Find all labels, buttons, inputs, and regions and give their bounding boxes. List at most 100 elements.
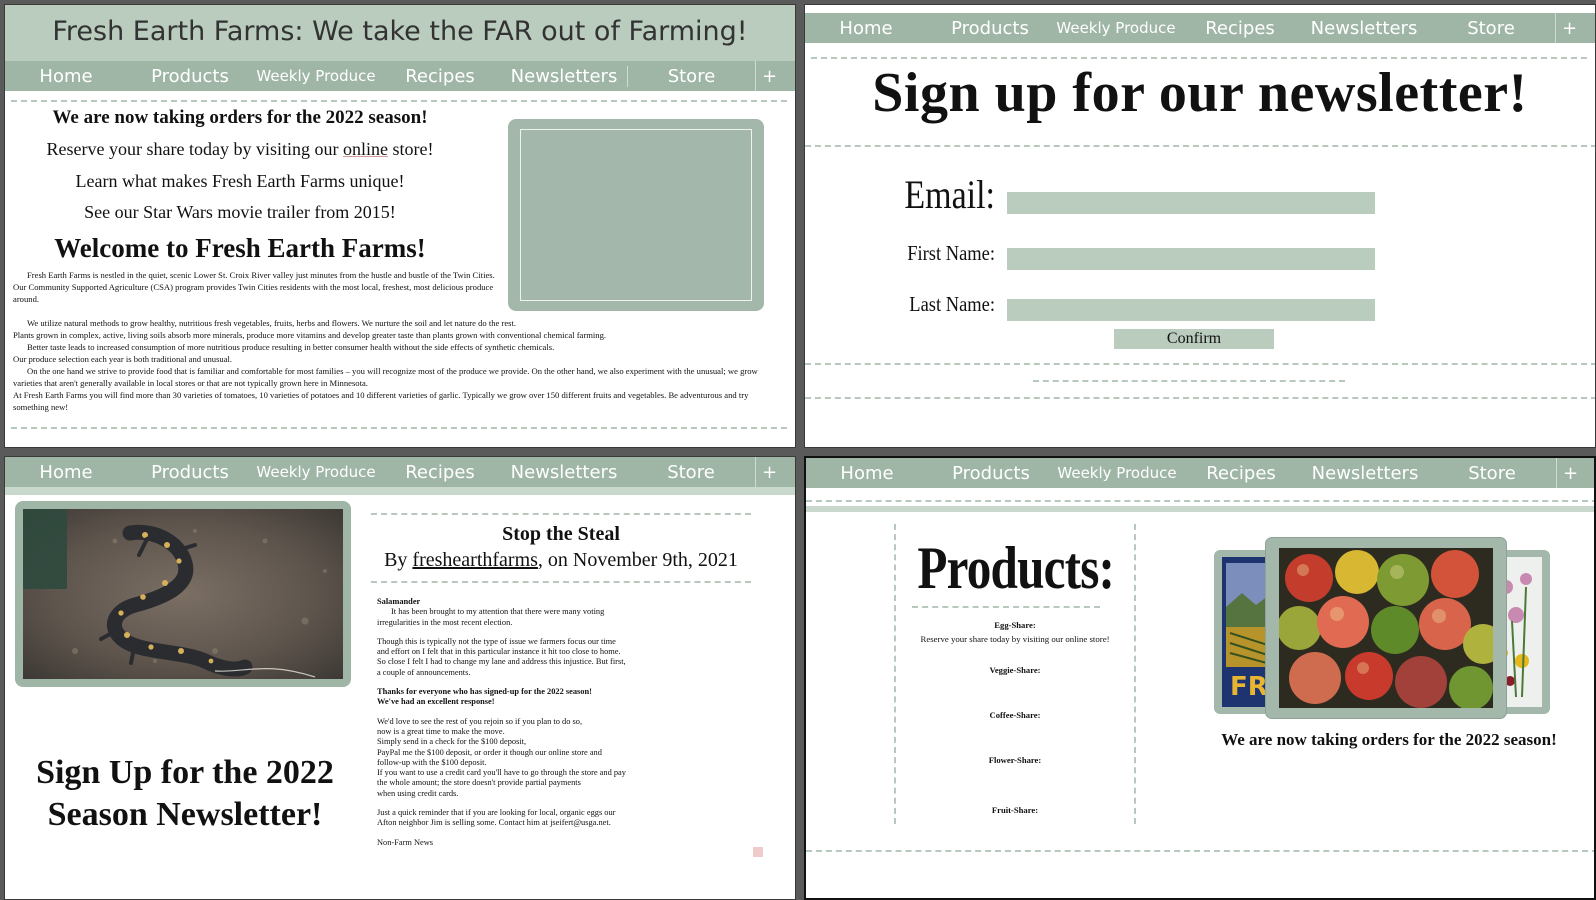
nav-recipes[interactable]: Recipes — [379, 66, 501, 87]
paragraph: Our produce selection each year is both … — [13, 354, 233, 364]
nav-newsletters[interactable]: Newsletters — [1301, 18, 1427, 39]
home-page-panel: Fresh Earth Farms: We take the FAR out o… — [4, 4, 796, 448]
first-name-field[interactable] — [1007, 248, 1375, 270]
post-line: Just a quick reminder that if you are lo… — [377, 808, 616, 818]
image-placeholder-border — [520, 129, 752, 301]
trailer-link[interactable]: See our Star Wars movie trailer from 201… — [5, 202, 475, 223]
coffee-share-label[interactable]: Coffee-Share: — [896, 710, 1134, 720]
nav-more-button[interactable]: + — [755, 61, 783, 91]
carousel-card-center[interactable] — [1266, 538, 1506, 718]
post-line: now is a great time to make the move. — [377, 726, 505, 736]
nav-more-button[interactable]: + — [1555, 13, 1583, 43]
nav-products[interactable]: Products — [127, 66, 253, 87]
post-line: Simply send in a check for the $100 depo… — [377, 737, 527, 747]
nav-weekly-produce[interactable]: Weekly Produce — [253, 463, 379, 481]
divider — [371, 581, 751, 583]
divider — [806, 850, 1594, 852]
post-title: Stop the Steal — [502, 523, 620, 545]
author-link[interactable]: freshearthfarms — [412, 549, 538, 571]
veggie-share-label[interactable]: Veggie-Share: — [896, 665, 1134, 675]
products-panel: Home Products Weekly Produce Recipes New… — [804, 456, 1596, 900]
nav-bar: Home Products Weekly Produce Recipes New… — [5, 61, 795, 91]
nav-recipes[interactable]: Recipes — [1179, 18, 1301, 39]
post-line: Though this is typically not the type of… — [377, 636, 616, 646]
salamander-photo — [23, 509, 343, 679]
nav-home[interactable]: Home — [5, 462, 127, 483]
post-line: Afton neighbor Jim is selling some. Cont… — [377, 818, 611, 828]
fruit-share-label[interactable]: Fruit-Share: — [896, 805, 1134, 815]
egg-share-label[interactable]: Egg-Share: — [896, 620, 1134, 630]
nav-recipes[interactable]: Recipes — [379, 462, 501, 483]
confirm-button[interactable]: Confirm — [1114, 329, 1274, 349]
divider — [912, 606, 1100, 608]
nav-products[interactable]: Products — [927, 18, 1053, 39]
post-line: We'd love to see the rest of you rejoin … — [377, 716, 583, 726]
nav-more-button[interactable]: + — [755, 457, 783, 487]
divider — [805, 397, 1595, 399]
paragraph: We utilize natural methods to grow healt… — [27, 318, 517, 328]
season-signup-heading[interactable]: Sign Up for the 2022 Season Newsletter! — [15, 752, 355, 836]
nav-newsletters[interactable]: Newsletters — [501, 66, 627, 87]
nav-store[interactable]: Store — [1428, 463, 1556, 484]
divider — [806, 500, 1594, 502]
reserve-line: Reserve your share today by visiting our… — [5, 139, 475, 160]
site-title: Fresh Earth Farms: We take the FAR out o… — [5, 5, 795, 61]
post-line: We've had an excellent response! — [377, 697, 495, 707]
last-name-label: Last Name: — [909, 292, 995, 316]
nav-store[interactable]: Store — [627, 65, 755, 87]
nav-newsletters[interactable]: Newsletters — [1302, 463, 1428, 484]
nav-weekly-produce[interactable]: Weekly Produce — [1053, 19, 1179, 37]
nav-home[interactable]: Home — [805, 18, 927, 39]
nav-underline — [806, 506, 1594, 512]
nav-weekly-produce[interactable]: Weekly Produce — [1054, 464, 1180, 482]
post-line: the whole amount; the store doesn't prov… — [377, 778, 581, 788]
nav-bar: Home Products Weekly Produce Recipes New… — [806, 458, 1594, 488]
divider — [805, 145, 1595, 147]
post-line: and effort on I felt that in this partic… — [377, 647, 621, 657]
paragraph: Better taste leads to increased consumpt… — [27, 342, 555, 352]
nav-weekly-produce[interactable]: Weekly Produce — [253, 67, 379, 85]
nav-bar: Home Products Weekly Produce Recipes New… — [805, 13, 1595, 43]
products-column: Products: Egg-Share: Reserve your share … — [894, 524, 1136, 824]
email-label: Email: — [904, 172, 995, 217]
post-line: PayPal me the $100 deposit, or order it … — [377, 747, 602, 757]
divider — [371, 513, 751, 515]
first-name-label: First Name: — [907, 241, 995, 265]
nav-store[interactable]: Store — [627, 462, 755, 483]
products-heading: Products: — [917, 535, 1115, 601]
nav-newsletters[interactable]: Newsletters — [501, 462, 627, 483]
post-line: irregularities in the most recent electi… — [377, 617, 513, 627]
newsletter-heading: Sign up for our newsletter! — [872, 62, 1528, 124]
reserve-suffix: store! — [387, 139, 434, 159]
divider — [11, 427, 787, 429]
nav-store[interactable]: Store — [1427, 18, 1555, 39]
last-name-field[interactable] — [1007, 299, 1375, 321]
byline-prefix: By — [384, 549, 413, 571]
nav-products[interactable]: Products — [127, 462, 253, 483]
byline-suffix: , on November 9th, 2021 — [537, 549, 738, 571]
post-body: Salamander It has been brought to my atte… — [377, 597, 647, 848]
nav-products[interactable]: Products — [928, 463, 1054, 484]
salamander-photo-frame — [15, 501, 351, 687]
nav-underline — [5, 487, 795, 495]
egg-share-note: Reserve your share today by visiting our… — [920, 634, 1110, 644]
image-placeholder — [508, 119, 764, 311]
unique-link[interactable]: Learn what makes Fresh Earth Farms uniqu… — [5, 171, 475, 192]
post-line: So close I felt I had to change my lane … — [377, 657, 626, 667]
blog-panel: Home Products Weekly Produce Recipes New… — [4, 456, 796, 900]
paragraph: On the one hand we strive to provide foo… — [13, 366, 758, 388]
nav-more-button[interactable]: + — [1556, 458, 1584, 488]
newsletter-signup-panel: Home Products Weekly Produce Recipes New… — [804, 4, 1596, 448]
flower-share-label[interactable]: Flower-Share: — [896, 755, 1134, 765]
nav-recipes[interactable]: Recipes — [1180, 463, 1302, 484]
nav-home[interactable]: Home — [806, 463, 928, 484]
nav-home[interactable]: Home — [5, 66, 127, 87]
post-line: Non-Farm News — [377, 837, 434, 847]
email-field[interactable] — [1007, 192, 1375, 214]
paragraph: Fresh Earth Farms is nestled in the quie… — [13, 270, 495, 304]
broken-image-icon — [753, 847, 763, 857]
orders-caption: We are now taking orders for the 2022 se… — [1221, 730, 1557, 749]
online-store-link[interactable]: online — [343, 139, 388, 159]
